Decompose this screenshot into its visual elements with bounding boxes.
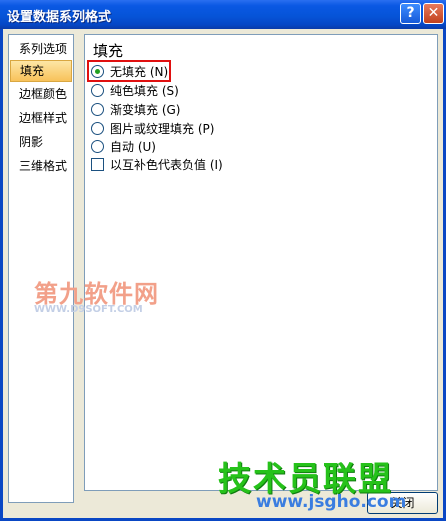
radio-gradient-fill[interactable] bbox=[91, 103, 104, 116]
radio-no-fill[interactable] bbox=[91, 65, 104, 78]
sidebar-item-3d-format[interactable]: 三维格式 bbox=[10, 155, 72, 177]
label-picture-fill: 图片或纹理填充 (P) bbox=[110, 122, 215, 136]
sidebar-item-fill[interactable]: 填充 bbox=[10, 60, 72, 82]
option-automatic[interactable]: 自动 (U) bbox=[91, 138, 156, 156]
watermark-top-sub: WWW.D9SOFT.COM bbox=[34, 304, 143, 315]
sidebar: 系列选项 填充 边框颜色 边框样式 阴影 三维格式 bbox=[8, 34, 74, 503]
watermark-bottom-sub: www.jsgho.com bbox=[256, 492, 407, 512]
title-bar[interactable]: 设置数据系列格式 ? ✕ bbox=[0, 0, 446, 29]
checkbox-invert-if-negative[interactable] bbox=[91, 158, 104, 171]
section-title: 填充 bbox=[93, 42, 124, 60]
option-invert-if-negative[interactable]: 以互补色代表负值 (I) bbox=[91, 156, 223, 174]
radio-automatic[interactable] bbox=[91, 140, 104, 153]
sidebar-item-shadow[interactable]: 阴影 bbox=[10, 131, 72, 153]
fill-panel: 填充 无填充 (N) 纯色填充 (S) 渐变填充 (G) 图片或纹理填充 (P)… bbox=[84, 34, 438, 491]
help-button[interactable]: ? bbox=[400, 3, 421, 24]
label-automatic: 自动 (U) bbox=[110, 140, 156, 154]
sidebar-item-border-color[interactable]: 边框颜色 bbox=[10, 83, 72, 105]
label-gradient-fill: 渐变填充 (G) bbox=[110, 103, 181, 117]
sidebar-item-series-options[interactable]: 系列选项 bbox=[10, 38, 72, 60]
radio-picture-fill[interactable] bbox=[91, 122, 104, 135]
window-close-button[interactable]: ✕ bbox=[423, 3, 444, 24]
radio-solid-fill[interactable] bbox=[91, 84, 104, 97]
option-no-fill[interactable]: 无填充 (N) bbox=[91, 63, 168, 81]
option-solid-fill[interactable]: 纯色填充 (S) bbox=[91, 82, 179, 100]
label-solid-fill: 纯色填充 (S) bbox=[110, 84, 179, 98]
option-picture-fill[interactable]: 图片或纹理填充 (P) bbox=[91, 120, 214, 138]
option-gradient-fill[interactable]: 渐变填充 (G) bbox=[91, 101, 180, 119]
window-title: 设置数据系列格式 bbox=[7, 10, 112, 25]
sidebar-item-border-style[interactable]: 边框样式 bbox=[10, 107, 72, 129]
label-no-fill: 无填充 (N) bbox=[110, 65, 169, 79]
label-invert-if-negative: 以互补色代表负值 (I) bbox=[110, 158, 223, 172]
